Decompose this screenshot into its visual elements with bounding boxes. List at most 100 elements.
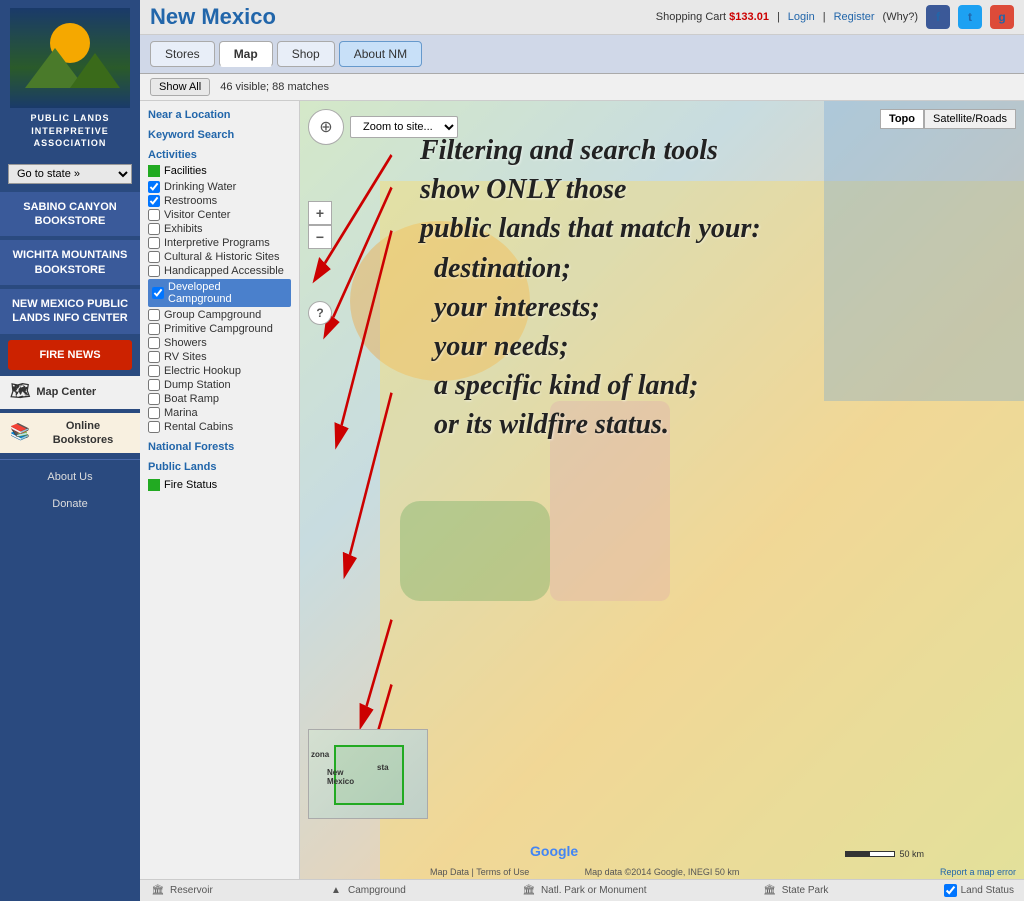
login-link[interactable]: Login bbox=[788, 11, 815, 23]
match-count: 46 visible; 88 matches bbox=[220, 81, 329, 93]
showers-checkbox[interactable] bbox=[148, 337, 160, 349]
help-button[interactable]: ? bbox=[308, 301, 332, 325]
zoom-out-button[interactable]: − bbox=[308, 225, 332, 249]
public-lands-header[interactable]: Public Lands bbox=[148, 461, 291, 473]
exhibits-filter[interactable]: Exhibits bbox=[148, 223, 291, 235]
online-bookstores-link[interactable]: 📚 Online Bookstores bbox=[0, 413, 140, 454]
visitor-center-filter[interactable]: Visitor Center bbox=[148, 209, 291, 221]
facilities-green-icon bbox=[148, 165, 160, 177]
tab-about-nm[interactable]: About NM bbox=[339, 41, 422, 67]
map-data-copyright: Map data ©2014 Google, INEGI 50 km bbox=[585, 867, 740, 877]
state-park-label: State Park bbox=[782, 885, 829, 896]
terrain-pink bbox=[550, 401, 670, 601]
dump-station-checkbox[interactable] bbox=[148, 379, 160, 391]
filter-panel: Near a Location Keyword Search Activitie… bbox=[140, 101, 300, 879]
map-terms-link[interactable]: Terms of Use bbox=[476, 867, 529, 877]
cart-label: Shopping Cart bbox=[656, 11, 726, 23]
restrooms-checkbox[interactable] bbox=[148, 195, 160, 207]
reservoir-label: Reservoir bbox=[170, 885, 213, 896]
legend-campground: ▲ Campground bbox=[328, 885, 406, 897]
sabino-canyon-link[interactable]: SABINO CANYON BOOKSTORE bbox=[0, 192, 140, 237]
twitter-button[interactable]: t bbox=[958, 5, 982, 29]
keyword-search-header[interactable]: Keyword Search bbox=[148, 129, 291, 141]
online-bookstores-label: Online Bookstores bbox=[36, 419, 130, 448]
primitive-campground-checkbox[interactable] bbox=[148, 323, 160, 335]
tab-map[interactable]: Map bbox=[219, 41, 273, 67]
googleplus-button[interactable]: g bbox=[990, 5, 1014, 29]
topo-button[interactable]: Topo bbox=[880, 109, 924, 129]
show-all-button[interactable]: Show All bbox=[150, 78, 210, 96]
cultural-historic-checkbox[interactable] bbox=[148, 251, 160, 263]
state-dropdown[interactable]: Go to state » bbox=[8, 164, 132, 184]
rv-sites-checkbox[interactable] bbox=[148, 351, 160, 363]
zoom-to-site-select[interactable]: Zoom to site... bbox=[350, 116, 458, 138]
wichita-mountains-link[interactable]: WICHITA MOUNTAINS BOOKSTORE bbox=[0, 240, 140, 285]
map-center-link[interactable]: 🗺 Map Center bbox=[0, 376, 140, 409]
mini-map: zona NewMexico sta bbox=[308, 729, 428, 819]
boat-ramp-filter[interactable]: Boat Ramp bbox=[148, 393, 291, 405]
donate-link[interactable]: Donate bbox=[0, 491, 140, 517]
mini-map-labels: zona NewMexico sta bbox=[309, 730, 427, 818]
developed-campground-filter[interactable]: Developed Campground bbox=[148, 279, 291, 307]
scale-label: 50 km bbox=[899, 849, 924, 859]
exhibits-checkbox[interactable] bbox=[148, 223, 160, 235]
restrooms-filter[interactable]: Restrooms bbox=[148, 195, 291, 207]
fire-news-link[interactable]: FIRE NEWS bbox=[8, 340, 132, 370]
showers-filter[interactable]: Showers bbox=[148, 337, 291, 349]
rv-sites-filter[interactable]: RV Sites bbox=[148, 351, 291, 363]
cultural-historic-filter[interactable]: Cultural & Historic Sites bbox=[148, 251, 291, 263]
dump-station-filter[interactable]: Dump Station bbox=[148, 379, 291, 391]
new-mexico-plic-link[interactable]: NEW MEXICO PUBLIC LANDS INFO CENTER bbox=[0, 289, 140, 334]
facebook-button[interactable]: f bbox=[926, 5, 950, 29]
report-map-error-link[interactable]: Report a map error bbox=[940, 867, 1016, 877]
marina-filter[interactable]: Marina bbox=[148, 407, 291, 419]
nav-tabs: Stores Map Shop About NM bbox=[140, 35, 1024, 74]
marina-checkbox[interactable] bbox=[148, 407, 160, 419]
satellite-roads-button[interactable]: Satellite/Roads bbox=[924, 109, 1016, 129]
near-location-header[interactable]: Near a Location bbox=[148, 109, 291, 121]
land-status-label: Land Status bbox=[961, 885, 1014, 896]
electric-hookup-filter[interactable]: Electric Hookup bbox=[148, 365, 291, 377]
rental-cabins-checkbox[interactable] bbox=[148, 421, 160, 433]
about-us-link[interactable]: About Us bbox=[0, 464, 140, 490]
filter-bar: Show All 46 visible; 88 matches bbox=[140, 74, 1024, 101]
main-content: New Mexico Shopping Cart $133.01 | Login… bbox=[140, 0, 1024, 901]
map-legend-bar: 🏛 Reservoir ▲ Campground 🏛 Natl. Park or… bbox=[140, 879, 1024, 901]
scale-line bbox=[845, 851, 895, 857]
map-type-buttons: Topo Satellite/Roads bbox=[880, 109, 1016, 129]
logo-text: PUBLIC LANDS INTERPRETIVE ASSOCIATION bbox=[8, 112, 132, 150]
activities-header[interactable]: Activities bbox=[148, 149, 291, 161]
why-label: (Why?) bbox=[883, 11, 918, 23]
drinking-water-checkbox[interactable] bbox=[148, 181, 160, 193]
electric-hookup-checkbox[interactable] bbox=[148, 365, 160, 377]
visitor-center-checkbox[interactable] bbox=[148, 209, 160, 221]
campground-label: Campground bbox=[348, 885, 406, 896]
separator1: | bbox=[777, 11, 780, 23]
national-park-icon: 🏛 bbox=[521, 885, 537, 897]
drinking-water-filter[interactable]: Drinking Water bbox=[148, 181, 291, 193]
rental-cabins-filter[interactable]: Rental Cabins bbox=[148, 421, 291, 433]
interpretive-programs-filter[interactable]: Interpretive Programs bbox=[148, 237, 291, 249]
handicapped-checkbox[interactable] bbox=[148, 265, 160, 277]
boat-ramp-checkbox[interactable] bbox=[148, 393, 160, 405]
tab-shop[interactable]: Shop bbox=[277, 41, 335, 67]
primitive-campground-filter[interactable]: Primitive Campground bbox=[148, 323, 291, 335]
national-park-label: Natl. Park or Monument bbox=[541, 885, 647, 896]
topbar: New Mexico Shopping Cart $133.01 | Login… bbox=[140, 0, 1024, 35]
state-select-container[interactable]: Go to state » bbox=[8, 164, 132, 184]
register-link[interactable]: Register bbox=[834, 11, 875, 23]
group-campground-filter[interactable]: Group Campground bbox=[148, 309, 291, 321]
map-data-link[interactable]: Map Data bbox=[430, 867, 469, 877]
zoom-in-button[interactable]: + bbox=[308, 201, 332, 225]
national-forests-header[interactable]: National Forests bbox=[148, 441, 291, 453]
tab-stores[interactable]: Stores bbox=[150, 41, 215, 67]
map-area[interactable]: Filtering and search tools show ONLY tho… bbox=[300, 101, 1024, 879]
land-status-checkbox[interactable] bbox=[944, 884, 957, 897]
sidebar-divider bbox=[0, 459, 140, 460]
interpretive-programs-checkbox[interactable] bbox=[148, 237, 160, 249]
handicapped-filter[interactable]: Handicapped Accessible bbox=[148, 265, 291, 277]
group-campground-checkbox[interactable] bbox=[148, 309, 160, 321]
mini-label-nm: NewMexico bbox=[327, 768, 354, 786]
developed-campground-checkbox[interactable] bbox=[152, 287, 164, 299]
map-navigation-control[interactable]: ⊕ bbox=[308, 109, 344, 145]
